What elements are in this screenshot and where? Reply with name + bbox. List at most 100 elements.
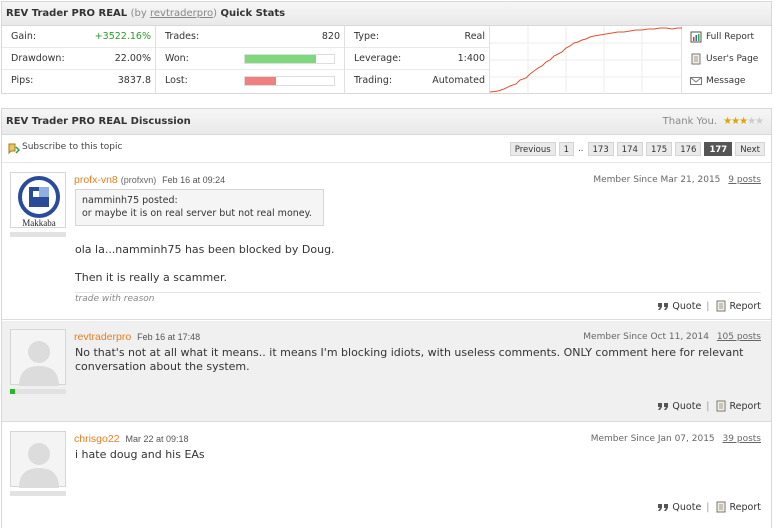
pager-ellipsis: ..	[578, 144, 584, 154]
post-header: profx-vn8 (profxvn) Feb 16 at 09:24	[74, 174, 225, 186]
stat-type: Type: Real	[345, 26, 489, 48]
stat-trading: Trading: Automated	[354, 75, 485, 86]
rating-stars[interactable]: ★★★★★	[723, 109, 764, 135]
pager-page[interactable]: 173	[587, 142, 614, 156]
quoted-post: namminh75 posted: or maybe it is on real…	[75, 189, 324, 226]
post: chrisgo22 Mar 22 at 09:18 Member Since J…	[2, 423, 771, 529]
pager-page[interactable]: 174	[616, 142, 643, 156]
member-meta: Member Since Mar 21, 2015 9 posts	[593, 175, 761, 185]
makkaba-logo-icon: Makkaba	[18, 176, 60, 228]
thank-you-rating: Thank You. ★★★★★	[663, 109, 764, 135]
lost-bar-fill	[245, 77, 277, 85]
subscribe-link[interactable]: Subscribe to this topic	[8, 142, 122, 154]
post-header: chrisgo22 Mar 22 at 09:18	[74, 433, 189, 445]
quote-button[interactable]: Quote	[672, 502, 701, 513]
default-avatar-icon	[19, 341, 59, 386]
pager-page[interactable]: 176	[675, 142, 702, 156]
quote-icon	[658, 303, 669, 310]
pagination: Previous 1 .. 173 174 175 176 177 Next	[509, 142, 765, 156]
stat-won: Won:	[156, 48, 344, 70]
envelope-icon	[690, 77, 702, 85]
star-icon[interactable]: ★	[739, 116, 748, 127]
post-body: No that's not at all what it means.. it …	[75, 346, 744, 373]
post-body: i hate doug and his EAs	[75, 448, 205, 461]
reputation-bar	[10, 232, 66, 237]
post-actions: Quote | Report	[657, 300, 761, 312]
post-actions: Quote | Report	[657, 501, 761, 513]
pager-page-1[interactable]: 1	[558, 142, 575, 156]
avatar[interactable]	[10, 431, 66, 488]
pager-previous[interactable]: Previous	[509, 142, 556, 156]
post-date: Mar 22 at 09:18	[125, 434, 189, 444]
member-meta: Member Since Oct 11, 2014 105 posts	[583, 332, 761, 342]
report-icon	[716, 400, 725, 412]
quick-stats-header: REV Trader PRO REAL (by revtraderpro) Qu…	[2, 2, 771, 26]
reputation-bar	[10, 389, 66, 394]
report-button[interactable]: Report	[730, 301, 762, 312]
post-header: revtraderpro Feb 16 at 17:48	[74, 331, 200, 343]
discussion-title: REV Trader PRO REAL Discussion	[6, 116, 191, 127]
post-body: ola la...namminh75 has been blocked by D…	[75, 243, 335, 256]
reputation-bar	[10, 491, 66, 496]
discussion-header: REV Trader PRO REAL Discussion Thank You…	[2, 109, 771, 135]
stats-col-performance: Gain: +3522.16% Drawdown: 22.00% Pips: 3…	[2, 26, 156, 94]
growth-sparkline	[489, 26, 682, 94]
won-bar-fill	[245, 55, 317, 63]
pager-next[interactable]: Next	[735, 142, 765, 156]
pager-page[interactable]: 175	[645, 142, 673, 156]
won-bar	[244, 54, 335, 64]
post-count-link[interactable]: 39 posts	[723, 434, 761, 444]
report-links: Full Report User's Page Message	[686, 26, 772, 94]
stats-col-trades: Trades: 820 Won: Lost:	[156, 26, 345, 94]
stat-drawdown: Drawdown: 22.00%	[2, 48, 155, 70]
post-date: Feb 16 at 17:48	[137, 332, 201, 342]
stat-pips: Pips: 3837.8	[11, 75, 151, 86]
message-link[interactable]: Message	[686, 70, 772, 92]
post-count-link[interactable]: 105 posts	[717, 332, 761, 342]
avatar[interactable]	[10, 329, 66, 386]
quote-button[interactable]: Quote	[672, 301, 701, 312]
star-icon[interactable]: ★	[755, 116, 764, 127]
report-icon	[716, 300, 725, 312]
quick-stats-panel: REV Trader PRO REAL (by revtraderpro) Qu…	[1, 1, 772, 94]
system-name: REV Trader PRO REAL	[6, 8, 128, 19]
full-report-link[interactable]: Full Report	[686, 26, 772, 48]
owner-link[interactable]: revtraderpro	[150, 8, 213, 19]
user-page-icon	[691, 53, 701, 65]
svg-text:Makkaba: Makkaba	[22, 218, 56, 228]
stat-leverage: Leverage: 1:400	[345, 48, 489, 70]
quote-icon	[658, 403, 669, 410]
post-body-line: Then it is really a scammer.	[75, 271, 227, 284]
report-icon	[716, 501, 725, 513]
quick-stats-title: Quick Stats	[220, 8, 286, 19]
star-icon[interactable]: ★	[747, 116, 756, 127]
stat-gain: Gain: +3522.16%	[2, 26, 155, 48]
default-avatar-icon	[19, 443, 59, 488]
post-count-link[interactable]: 9 posts	[728, 175, 761, 185]
stat-trades: Trades: 820	[156, 26, 344, 48]
quote-button[interactable]: Quote	[672, 401, 701, 412]
reputation-level	[10, 389, 15, 394]
pager-current-page: 177	[704, 142, 733, 156]
post: revtraderpro Feb 16 at 17:48 Member Sinc…	[2, 321, 771, 422]
growth-sparkline-chart[interactable]	[489, 26, 682, 94]
report-button[interactable]: Report	[730, 502, 762, 513]
post-signature: trade with reason	[75, 294, 155, 304]
discussion-panel: REV Trader PRO REAL Discussion Thank You…	[1, 108, 772, 528]
author-name[interactable]: chrisgo22	[74, 433, 120, 445]
lost-bar	[244, 76, 335, 86]
stat-lost: Lost:	[156, 70, 344, 92]
quote-icon	[658, 504, 669, 511]
star-icon[interactable]: ★	[723, 116, 732, 127]
report-button[interactable]: Report	[730, 401, 762, 412]
post-date: Feb 16 at 09:24	[162, 175, 226, 185]
author-username: (profxvn)	[120, 175, 157, 185]
star-icon[interactable]: ★	[731, 116, 740, 127]
avatar[interactable]: Makkaba	[10, 172, 66, 228]
users-page-link[interactable]: User's Page	[686, 48, 772, 70]
post-actions: Quote | Report	[657, 400, 761, 412]
post: Makkaba profx-vn8 (profxvn) Feb 16 at 09…	[2, 164, 771, 320]
author-name[interactable]: profx-vn8	[74, 174, 118, 186]
author-name[interactable]: revtraderpro	[74, 331, 131, 343]
stats-col-account: Type: Real Leverage: 1:400 Trading: Auto…	[345, 26, 490, 94]
